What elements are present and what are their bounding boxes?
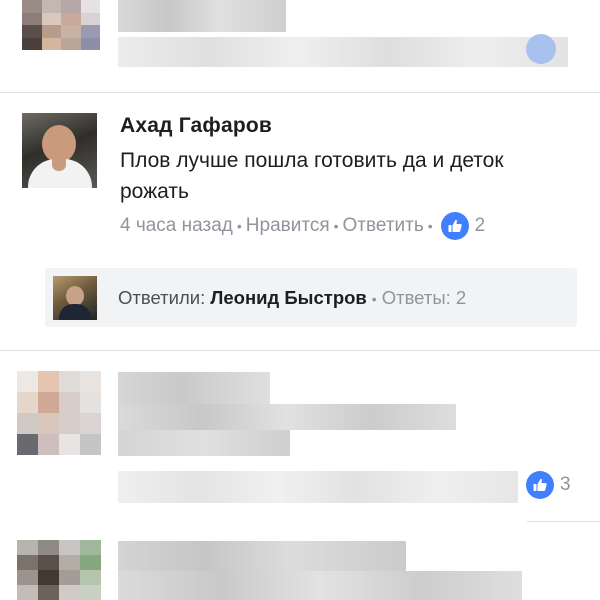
- replies-count[interactable]: Ответы: 2: [382, 287, 467, 308]
- divider: [527, 521, 600, 522]
- replies-prefix: Ответили:: [118, 286, 206, 308]
- avatar-blurred-bottom[interactable]: [17, 540, 101, 600]
- dot-separator: •: [333, 218, 339, 234]
- thumbs-up-icon[interactable]: [526, 471, 554, 499]
- blurred-meta: [118, 471, 518, 503]
- comment-text: Плов лучше пошла готовить да и деток рож…: [120, 149, 504, 203]
- replies-summary[interactable]: Ответили: Леонид Быстров • Ответы: 2: [45, 268, 577, 327]
- blurred-meta: [118, 37, 568, 67]
- blurred-like-badge: [526, 34, 556, 64]
- dot-separator: •: [427, 218, 433, 234]
- blurred-text: [118, 571, 522, 600]
- reply-link[interactable]: Ответить: [343, 215, 424, 237]
- replies-text[interactable]: Ответили: Леонид Быстров • Ответы: 2: [118, 287, 466, 309]
- avatar-blurred-top[interactable]: [22, 0, 100, 50]
- like-count[interactable]: 2: [475, 215, 486, 237]
- comment-author-name[interactable]: Ахад Гафаров: [120, 114, 272, 138]
- avatar-blurred[interactable]: [17, 371, 101, 455]
- dot-separator: •: [236, 218, 242, 234]
- reply-author-name[interactable]: Леонид Быстров: [210, 287, 366, 308]
- like-count[interactable]: 3: [560, 474, 571, 496]
- blurred-text: [118, 372, 270, 404]
- divider: [0, 350, 600, 351]
- reply-author-avatar: [53, 275, 97, 320]
- comment-meta: 4 часа назад • Нравится • Ответить • 2: [120, 212, 486, 240]
- blurred-text: [118, 404, 456, 430]
- dot-separator: •: [371, 290, 377, 307]
- comment-author-avatar[interactable]: [22, 113, 97, 188]
- blurred-text: [118, 0, 286, 32]
- thumbs-up-icon[interactable]: [440, 212, 469, 240]
- blurred-text: [118, 541, 406, 571]
- like-link[interactable]: Нравится: [246, 215, 330, 237]
- blurred-text: [118, 430, 290, 456]
- divider: [0, 92, 600, 93]
- comment-timestamp[interactable]: 4 часа назад: [120, 215, 233, 237]
